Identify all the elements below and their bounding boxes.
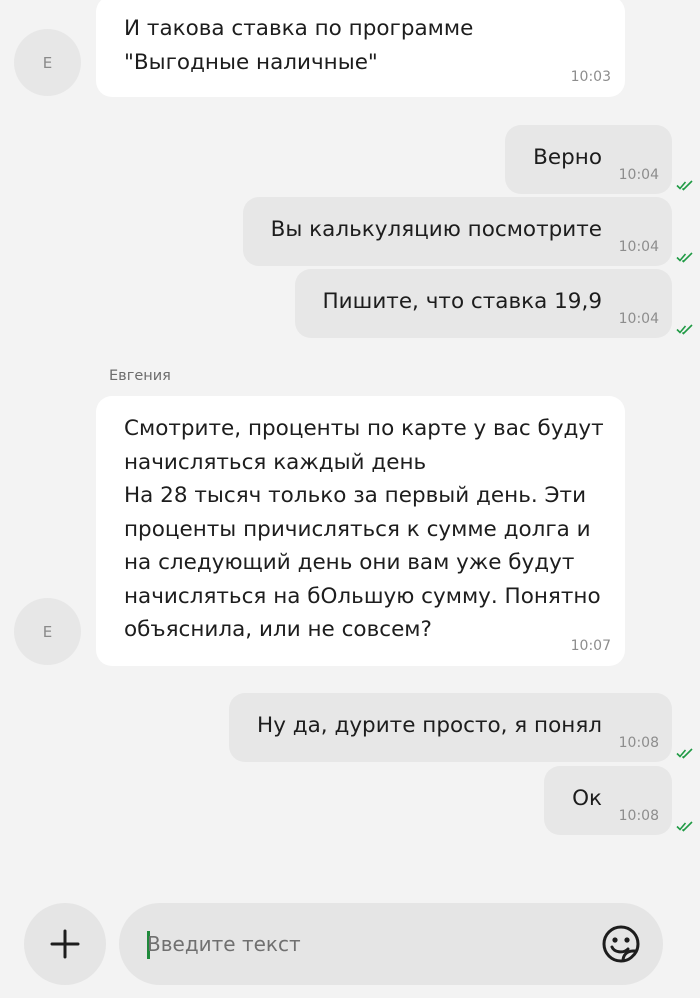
message-composer[interactable] (119, 903, 663, 985)
sender-avatar[interactable]: Е (14, 598, 81, 665)
message-time: 10:04 (618, 311, 659, 327)
sticker-emoji-icon[interactable] (601, 924, 641, 964)
sender-avatar[interactable]: Е (14, 29, 81, 96)
read-checkmark-icon (676, 821, 693, 832)
read-checkmark-icon (676, 748, 693, 759)
message-text: Верно (533, 145, 602, 170)
incoming-message[interactable]: И такова ставка по программе "Выгодные н… (96, 0, 625, 97)
read-checkmark-icon (676, 324, 693, 335)
message-time: 10:03 (570, 69, 611, 85)
outgoing-message[interactable]: Пишите, что ставка 19,9 10:04 (294, 269, 672, 338)
message-input[interactable] (147, 903, 577, 985)
message-time: 10:08 (618, 735, 659, 751)
message-time: 10:04 (618, 167, 659, 183)
read-checkmark-icon (676, 180, 693, 191)
attach-button[interactable] (24, 903, 106, 985)
message-list[interactable]: Е И такова ставка по программе "Выгодные… (0, 0, 700, 900)
message-time: 10:04 (618, 239, 659, 255)
message-text: И такова ставка по программе "Выгодные н… (124, 16, 474, 75)
message-time: 10:07 (570, 638, 611, 654)
message-text: Вы калькуляцию посмотрите (270, 217, 602, 242)
avatar-initial: Е (42, 622, 53, 641)
message-text: Смотрите, проценты по карте у вас будут … (124, 416, 604, 642)
message-time: 10:08 (618, 808, 659, 824)
avatar-initial: Е (42, 53, 53, 72)
message-text: Ну да, дурите просто, я понял (257, 713, 602, 738)
message-text: Пишите, что ставка 19,9 (322, 289, 602, 314)
sender-name: Евгения (109, 368, 171, 384)
message-text: Ок (572, 786, 602, 811)
outgoing-message[interactable]: Вы калькуляцию посмотрите 10:04 (242, 197, 672, 266)
read-checkmark-icon (676, 252, 693, 263)
outgoing-message[interactable]: Ок 10:08 (544, 766, 672, 835)
plus-icon (50, 929, 80, 959)
incoming-message[interactable]: Смотрите, проценты по карте у вас будут … (96, 396, 625, 666)
outgoing-message[interactable]: Верно 10:04 (505, 125, 672, 194)
outgoing-message[interactable]: Ну да, дурите просто, я понял 10:08 (229, 693, 672, 762)
